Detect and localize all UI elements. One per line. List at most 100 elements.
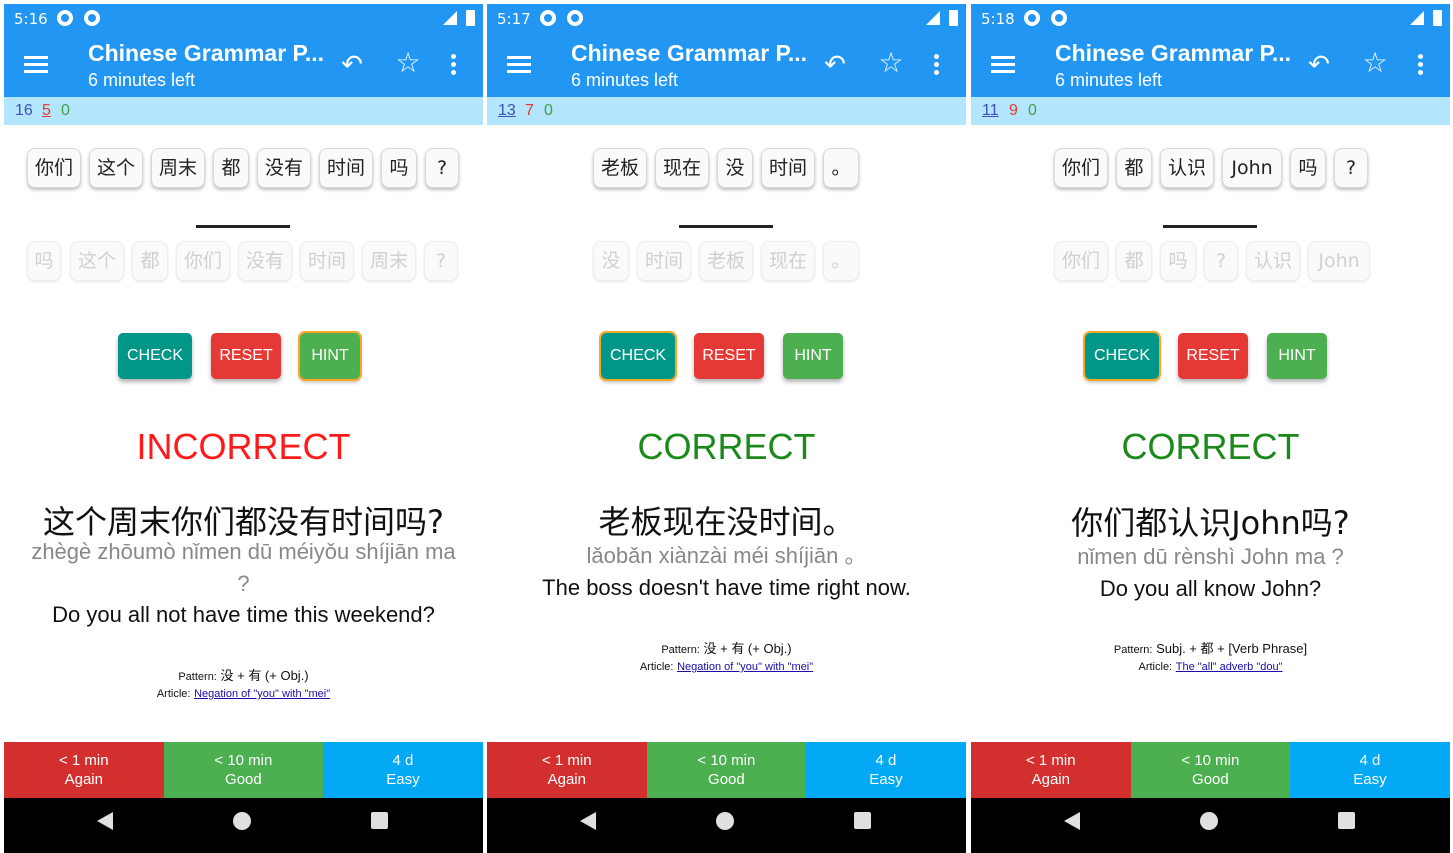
hint-button[interactable]: HINT <box>1267 333 1327 379</box>
back-nav-icon[interactable] <box>1064 812 1080 830</box>
word-tile[interactable]: 时间 <box>319 148 373 188</box>
word-tile[interactable]: 吗 <box>1290 148 1326 188</box>
article-link[interactable]: Negation of "you" with "mei" <box>677 661 813 673</box>
word-tile[interactable]: 你们 <box>27 148 81 188</box>
good-button[interactable]: < 10 min Good <box>1130 742 1291 798</box>
navigation-bar <box>971 798 1450 853</box>
more-vert-icon[interactable] <box>934 54 940 76</box>
more-vert-icon[interactable] <box>1418 54 1424 76</box>
placed-tile[interactable]: 你们 <box>176 241 230 281</box>
again-label: Again <box>1031 771 1070 788</box>
word-tile[interactable]: 周末 <box>151 148 205 188</box>
easy-interval: 4 d <box>392 752 414 769</box>
placed-tile[interactable]: John <box>1308 241 1370 281</box>
home-nav-icon[interactable] <box>1200 812 1218 830</box>
word-tile[interactable]: 现在 <box>655 148 709 188</box>
recents-nav-icon[interactable] <box>854 812 871 829</box>
battery-icon <box>949 10 958 26</box>
placed-tile[interactable]: ? <box>424 241 458 281</box>
word-tile[interactable]: 没有 <box>257 148 311 188</box>
menu-icon[interactable] <box>991 56 1015 74</box>
again-button[interactable]: < 1 min Again <box>4 742 164 798</box>
recents-nav-icon[interactable] <box>371 812 388 829</box>
phone-screen-3: 5:18 Chinese Grammar P... 6 minutes left… <box>971 4 1450 853</box>
placed-tile[interactable]: 这个 <box>70 241 124 281</box>
placed-tile[interactable]: 没有 <box>238 241 292 281</box>
placed-tile[interactable]: 没 <box>593 241 629 281</box>
reset-button[interactable]: RESET <box>211 333 281 379</box>
undo-icon[interactable]: ↶ <box>337 50 367 80</box>
placed-tile[interactable]: 认识 <box>1246 241 1300 281</box>
placed-tile[interactable]: 时间 <box>637 241 691 281</box>
undo-icon[interactable]: ↶ <box>820 50 850 80</box>
easy-button[interactable]: 4 d Easy <box>323 742 483 798</box>
word-tile[interactable]: 吗 <box>381 148 417 188</box>
back-nav-icon[interactable] <box>580 812 596 830</box>
word-tile[interactable]: 都 <box>1116 148 1152 188</box>
word-tile[interactable]: 你们 <box>1054 148 1108 188</box>
article-label: Article: <box>639 661 674 673</box>
hint-button[interactable]: HINT <box>298 331 362 381</box>
undo-icon[interactable]: ↶ <box>1304 50 1334 80</box>
home-nav-icon[interactable] <box>233 812 251 830</box>
star-icon[interactable]: ☆ <box>876 48 906 78</box>
good-button[interactable]: < 10 min Good <box>646 742 807 798</box>
word-tile[interactable]: 。 <box>823 148 859 188</box>
easy-interval: 4 d <box>1359 752 1381 769</box>
back-nav-icon[interactable] <box>97 812 113 830</box>
notification-icon <box>57 10 73 26</box>
star-icon[interactable]: ☆ <box>1360 48 1390 78</box>
article-link[interactable]: Negation of "you" with "mei" <box>194 688 330 700</box>
more-vert-icon[interactable] <box>451 54 457 76</box>
placed-tile[interactable]: 老板 <box>699 241 753 281</box>
easy-button[interactable]: 4 d Easy <box>1290 742 1450 798</box>
placed-tile[interactable]: 都 <box>1116 241 1152 281</box>
again-label: Again <box>547 771 586 788</box>
word-tile[interactable]: ? <box>425 148 459 188</box>
reset-button[interactable]: RESET <box>1178 333 1248 379</box>
word-tile[interactable]: 没 <box>717 148 753 188</box>
check-button[interactable]: CHECK <box>118 333 192 379</box>
pinyin-text: nǐmen dū rènshì John ma ? <box>1077 544 1344 569</box>
reset-button[interactable]: RESET <box>694 333 764 379</box>
check-button[interactable]: CHECK <box>1083 331 1161 381</box>
word-tile[interactable]: 时间 <box>761 148 815 188</box>
menu-icon[interactable] <box>24 56 48 74</box>
word-tile[interactable]: 这个 <box>89 148 143 188</box>
recents-nav-icon[interactable] <box>1338 812 1355 829</box>
star-icon[interactable]: ☆ <box>393 48 423 78</box>
placed-tile[interactable]: 你们 <box>1054 241 1108 281</box>
word-tile[interactable]: 认识 <box>1160 148 1214 188</box>
placed-tile[interactable]: 现在 <box>761 241 815 281</box>
word-tile[interactable]: John <box>1222 148 1282 188</box>
placed-tile[interactable]: ? <box>1204 241 1238 281</box>
easy-button[interactable]: 4 d Easy <box>806 742 966 798</box>
check-button[interactable]: CHECK <box>599 331 677 381</box>
notification-icon <box>1024 10 1040 26</box>
placed-tile[interactable]: 吗 <box>1160 241 1196 281</box>
placed-tile[interactable]: 时间 <box>300 241 354 281</box>
word-tile[interactable]: 老板 <box>593 148 647 188</box>
article-link[interactable]: The "all" adverb "dou" <box>1176 661 1283 673</box>
home-nav-icon[interactable] <box>716 812 734 830</box>
review-count: 0 <box>1028 102 1037 119</box>
good-button[interactable]: < 10 min Good <box>163 742 324 798</box>
answer-blank <box>1163 225 1257 228</box>
menu-icon[interactable] <box>507 56 531 74</box>
chinese-sentence: 老板现在没时间。 <box>598 503 855 541</box>
signal-icon <box>443 11 457 25</box>
hint-button[interactable]: HINT <box>783 333 843 379</box>
navigation-bar <box>487 798 966 853</box>
placed-tile[interactable]: 周末 <box>362 241 416 281</box>
placed-tile[interactable]: 都 <box>132 241 168 281</box>
again-button[interactable]: < 1 min Again <box>487 742 647 798</box>
answer-blank <box>196 225 290 228</box>
app-title: Chinese Grammar P... <box>1055 40 1292 66</box>
again-button[interactable]: < 1 min Again <box>971 742 1131 798</box>
time-left: 6 minutes left <box>571 70 679 90</box>
placed-tile[interactable]: 吗 <box>27 241 61 281</box>
word-tile[interactable]: 都 <box>213 148 249 188</box>
placed-tile[interactable]: 。 <box>823 241 859 281</box>
status-time: 5:17 <box>497 10 531 28</box>
word-tile[interactable]: ? <box>1334 148 1368 188</box>
